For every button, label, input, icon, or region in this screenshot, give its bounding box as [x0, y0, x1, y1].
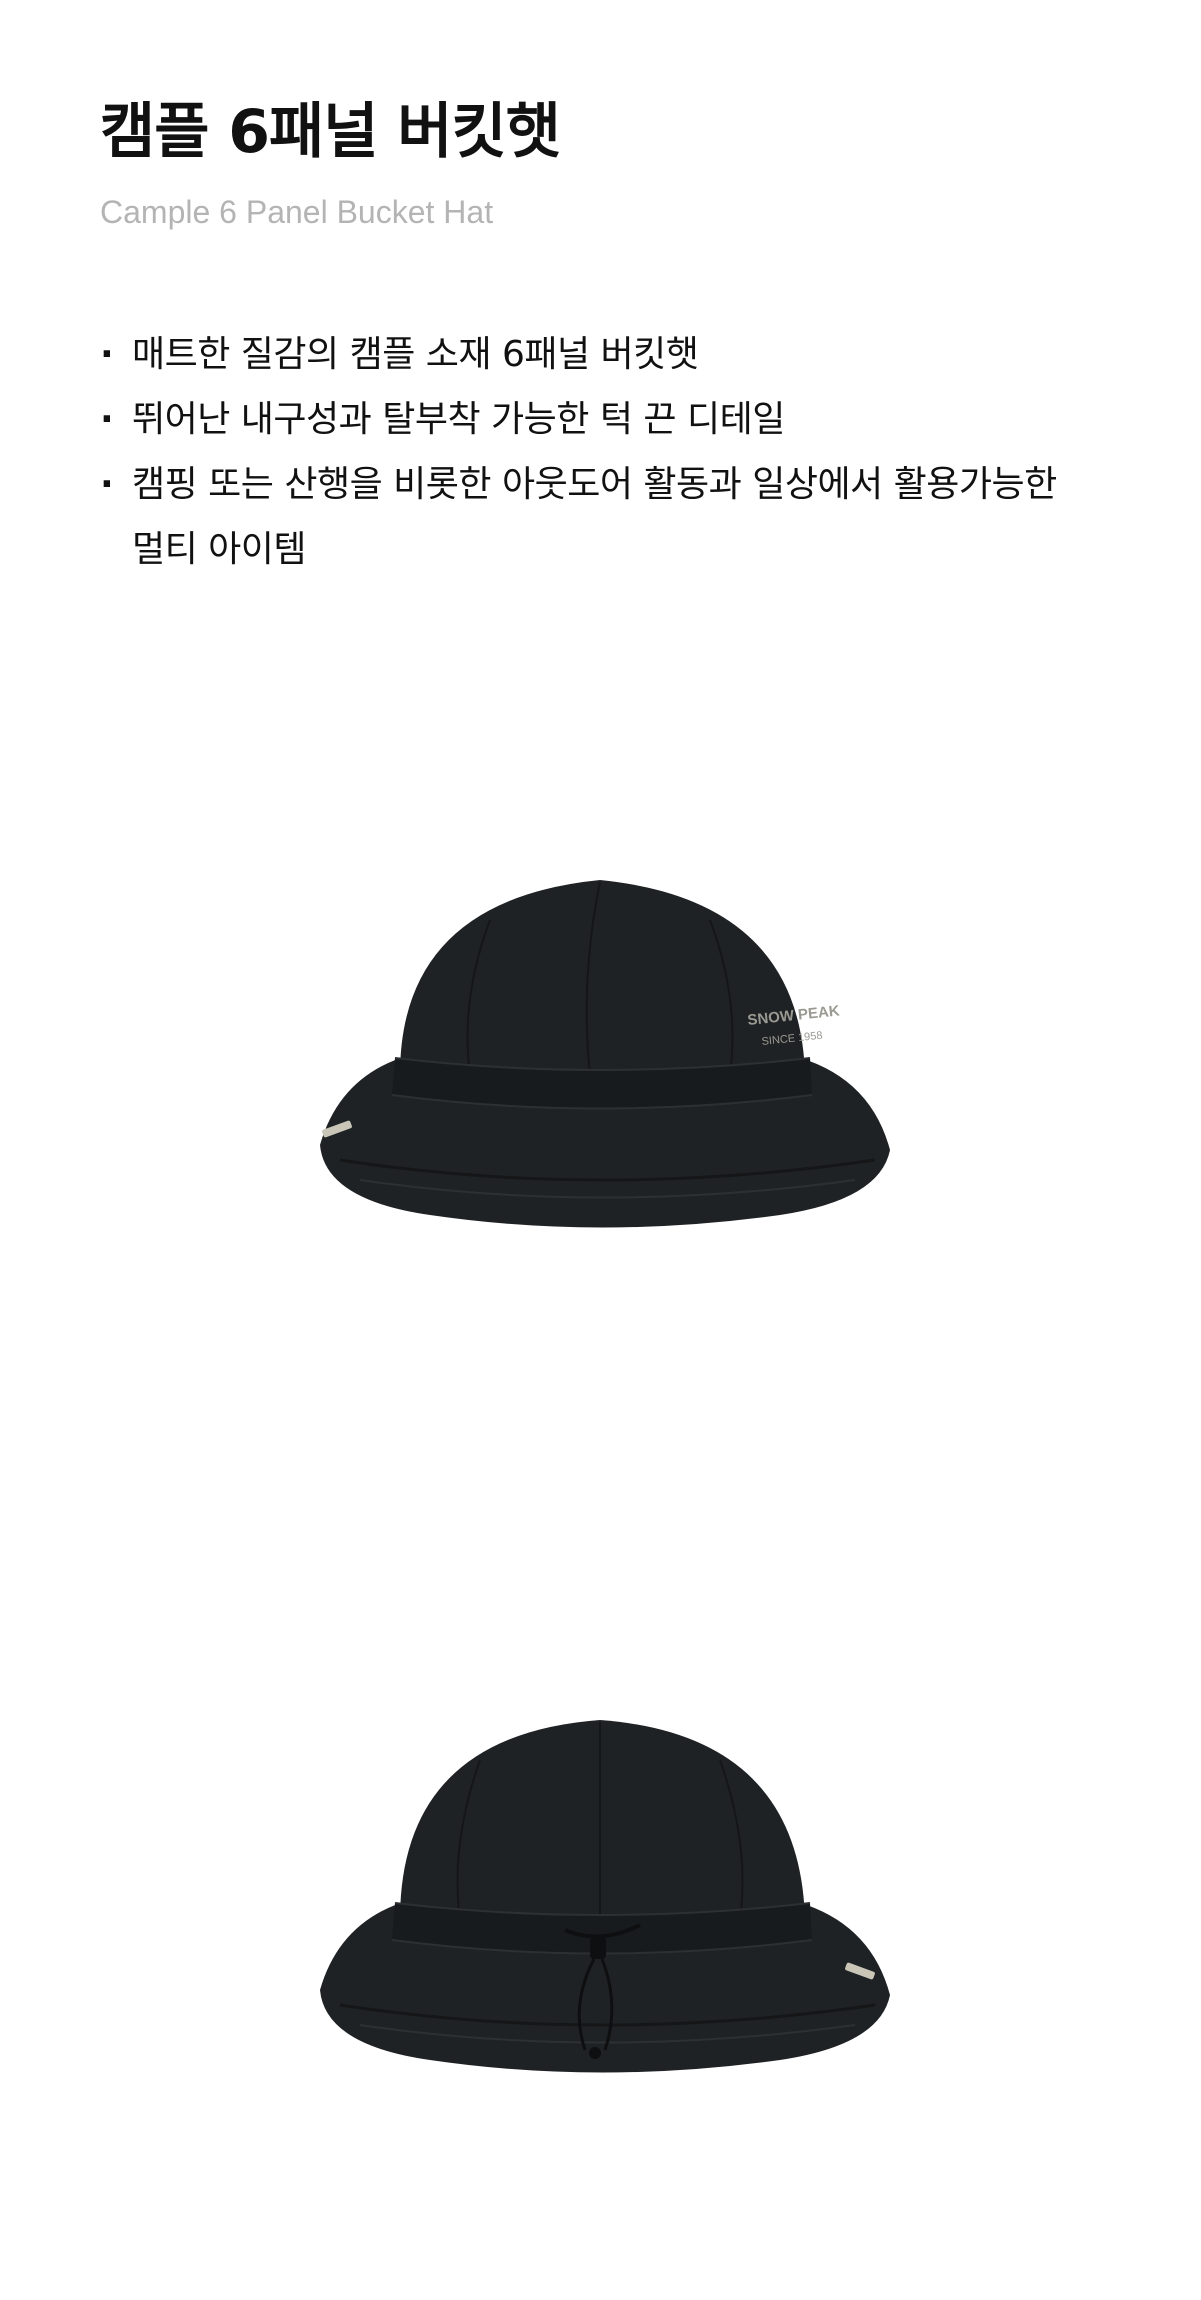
feature-item: 뛰어난 내구성과 탈부착 가능한 턱 끈 디테일 [100, 387, 1100, 452]
feature-item: 매트한 질감의 캠플 소재 6패널 버킷햇 [100, 322, 1100, 387]
product-subtitle: Cample 6 Panel Bucket Hat [100, 194, 494, 230]
hat-front-image: SNOW PEAK SINCE 1958 [300, 860, 900, 1240]
product-title: 캠플 6패널 버킷햇 [100, 97, 561, 167]
hat-crown [400, 1720, 805, 1920]
bucket-hat-back-illustration [320, 1720, 890, 2073]
bucket-hat-front-illustration: SNOW PEAK SINCE 1958 [320, 880, 890, 1228]
product-header: 캠플 6패널 버킷햇 Cample 6 Panel Bucket Hat [100, 96, 1100, 232]
hat-crown [400, 880, 805, 1075]
feature-item: 캠핑 또는 산행을 비롯한 아웃도어 활동과 일상에서 활용가능한 멀티 아이템 [100, 452, 1100, 582]
feature-list: 매트한 질감의 캠플 소재 6패널 버킷햇 뛰어난 내구성과 탈부착 가능한 턱… [100, 322, 1100, 582]
hat-back-image [300, 1705, 900, 2085]
